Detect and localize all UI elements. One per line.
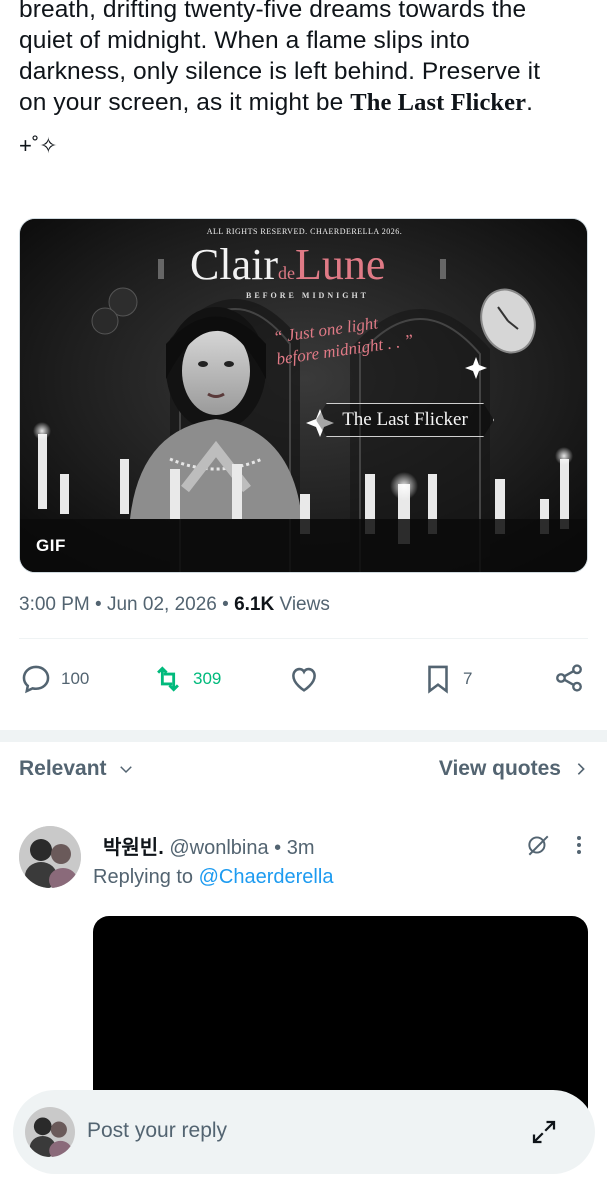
bookmark-count: 7 — [463, 669, 473, 688]
sort-label: Relevant — [19, 757, 107, 780]
reply-composer[interactable]: Post your reply — [13, 1090, 595, 1174]
media-title-clair: Clair — [190, 240, 278, 289]
reply-display-name[interactable]: 박원빈. — [103, 837, 164, 859]
gif-badge: GIF — [36, 536, 66, 555]
view-quotes-label: View quotes — [438, 757, 561, 780]
reply-header: 박원빈. @wonlbina • 3m — [103, 831, 315, 860]
tweet-text-suffix: . — [526, 89, 534, 116]
media-title-de: de — [277, 263, 295, 283]
bookmark-button[interactable]: 7 — [421, 662, 472, 696]
media-title: ClairdeLune — [190, 241, 385, 297]
reply-count: 100 — [61, 669, 90, 688]
meta-separator: • — [95, 594, 107, 615]
tweet-text-line: quiet of midnight. When a flame slips in… — [19, 27, 470, 54]
share-button[interactable] — [553, 662, 585, 694]
repost-count: 309 — [193, 669, 222, 688]
heart-icon — [292, 667, 316, 692]
replying-prefix: Replying to — [93, 866, 199, 888]
reply-media[interactable] — [93, 916, 588, 1116]
divider — [19, 638, 588, 639]
media-copyright: ALL RIGHTS RESERVED. CHAERDERELLA 2026. — [206, 227, 403, 236]
views-label: Views — [279, 594, 330, 615]
media-flicker-label: The Last Flicker — [316, 403, 494, 437]
media-subtitle: BEFORE MIDNIGHT — [246, 291, 370, 300]
tweet-meta: 3:00 PM • Jun 02, 2026 • 6.1K Views — [19, 594, 330, 616]
reply-sort-row: Relevant View quotes — [19, 757, 589, 785]
sparkle-emoji: +˚✧ — [19, 133, 58, 158]
grok-icon[interactable] — [525, 832, 551, 858]
avatar-image — [25, 1107, 75, 1157]
reply-icon — [22, 665, 50, 694]
more-icon[interactable] — [575, 834, 583, 856]
reply-icons — [525, 832, 583, 858]
expand-button[interactable] — [529, 1117, 559, 1152]
composer-avatar — [25, 1107, 75, 1157]
tweet-text-line: breath, drifting twenty-five dreams towa… — [19, 0, 527, 23]
repost-button[interactable]: 309 — [151, 662, 221, 696]
repost-icon — [157, 666, 179, 692]
tweet-text-line: on your screen, as it might be The Last … — [19, 87, 594, 118]
reply-separator: • — [274, 837, 287, 859]
action-bar: 100 309 7 — [19, 662, 589, 702]
avatar[interactable] — [19, 826, 81, 888]
tweet-text: breath, drifting twenty-five dreams towa… — [19, 0, 594, 118]
reply-input-placeholder[interactable]: Post your reply — [87, 1119, 227, 1143]
tweet-text-bold: The Last Flicker — [350, 89, 527, 116]
replying-to-link[interactable]: @Chaerderella — [199, 866, 334, 888]
replying-to: Replying to @Chaerderella — [93, 866, 333, 889]
expand-icon — [532, 1120, 556, 1144]
share-icon — [556, 664, 582, 692]
reply-time: 3m — [286, 837, 315, 859]
bookmark-icon — [428, 665, 448, 694]
reply-handle[interactable]: @wonlbina — [169, 837, 268, 859]
meta-separator: • — [222, 594, 235, 615]
avatar-image — [19, 826, 81, 888]
reply-button[interactable]: 100 — [19, 662, 89, 696]
view-quotes-link[interactable]: View quotes — [439, 757, 589, 781]
chevron-right-icon — [577, 763, 585, 775]
tweet-text-prefix: on your screen, as it might be — [19, 89, 351, 116]
chevron-down-icon — [119, 766, 132, 774]
section-separator — [0, 730, 607, 742]
tweet-date: Jun 02, 2026 — [106, 594, 217, 615]
tweet-text-line: darkness, only silence is left behind. P… — [19, 58, 541, 85]
tweet-media-gif[interactable]: ALL RIGHTS RESERVED. CHAERDERELLA 2026. … — [19, 218, 588, 573]
like-button[interactable] — [287, 662, 321, 696]
views-count: 6.1K — [234, 594, 275, 615]
sort-dropdown[interactable]: Relevant — [19, 757, 135, 781]
tweet-time: 3:00 PM — [19, 594, 90, 615]
media-title-lune: Lune — [294, 240, 386, 289]
